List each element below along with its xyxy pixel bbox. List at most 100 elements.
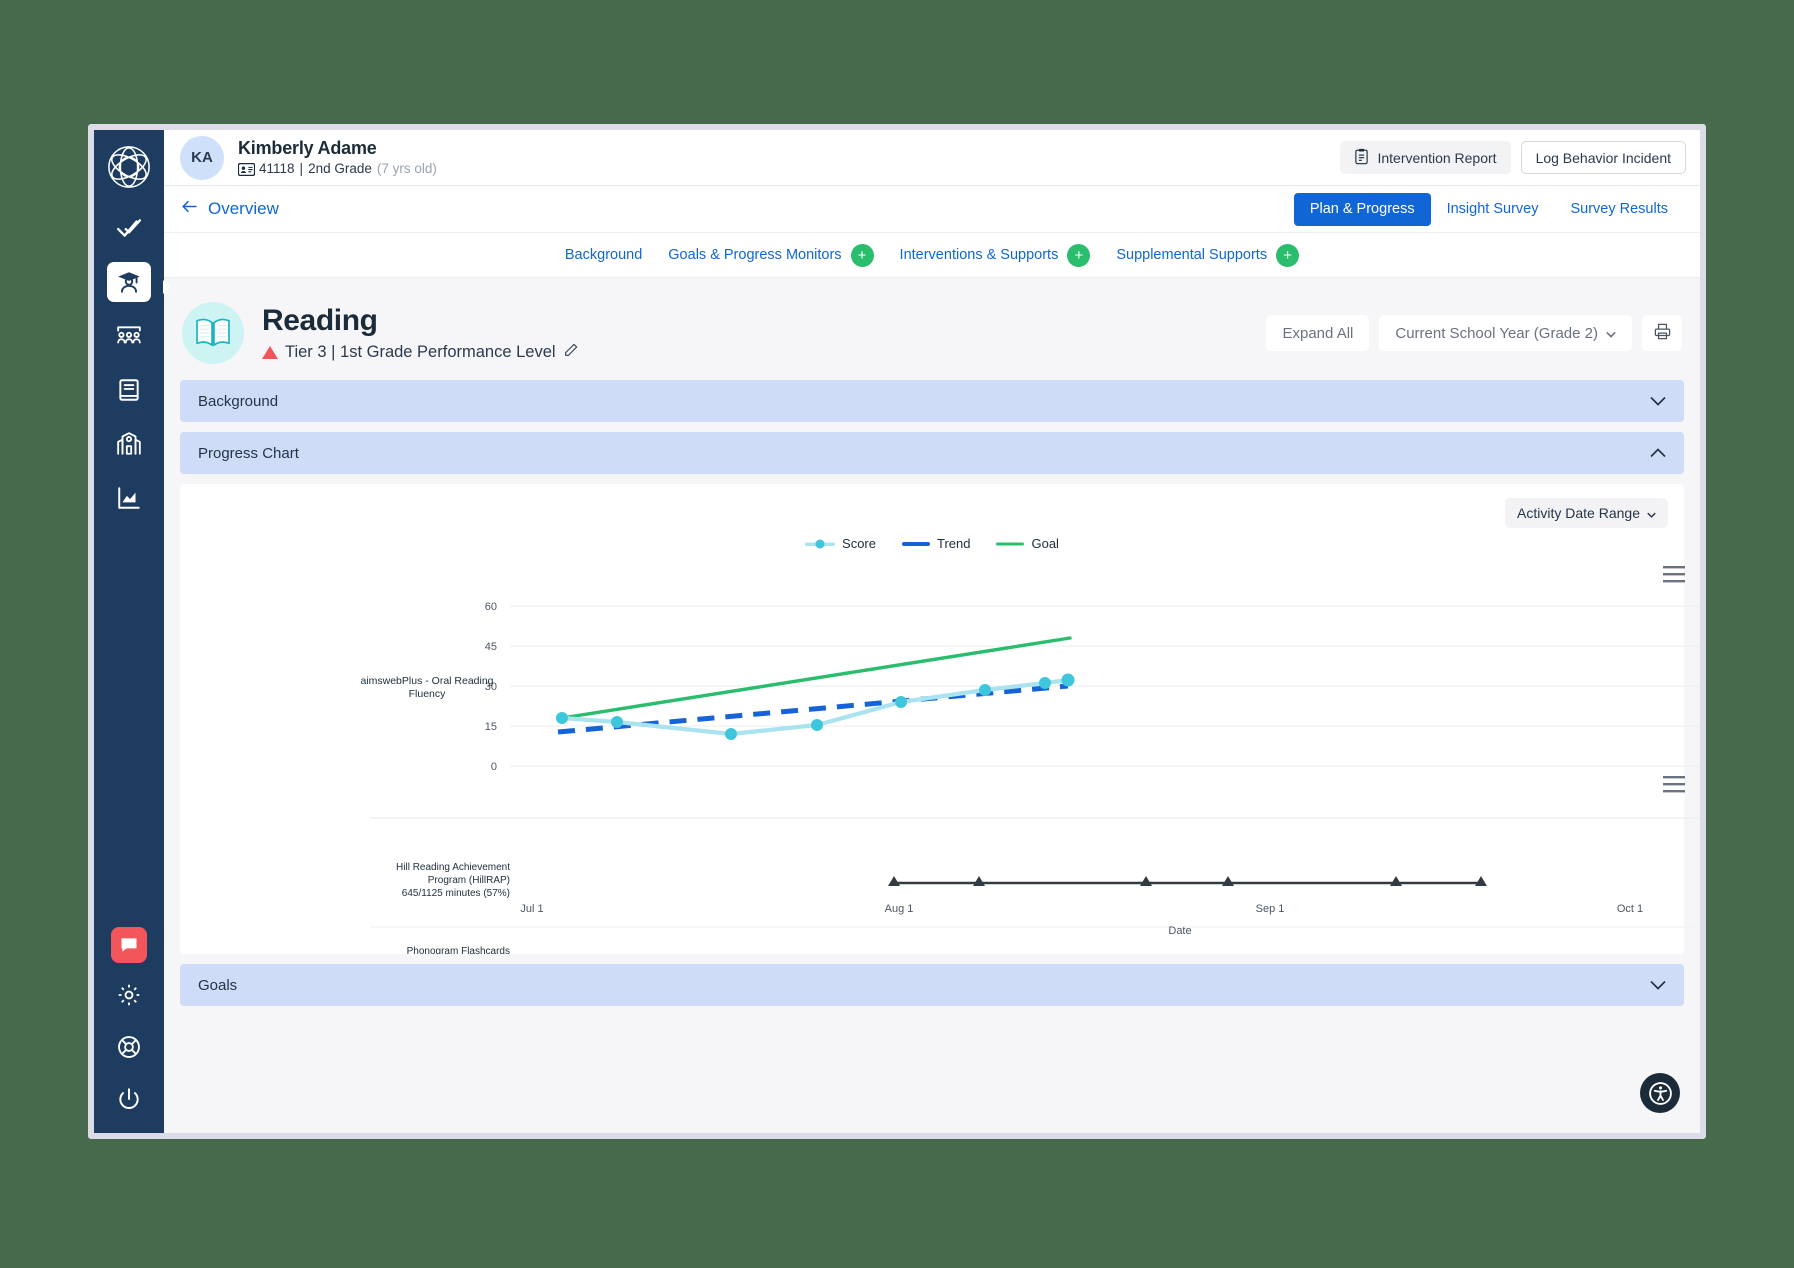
school-year-select[interactable]: Current School Year (Grade 2) [1379, 315, 1632, 351]
hillrap-markers [888, 876, 1487, 886]
accordion-label: Goals [198, 977, 237, 994]
chevron-down-icon [1606, 325, 1616, 342]
svg-text:aimswebPlus - Oral Reading: aimswebPlus - Oral Reading [360, 675, 493, 687]
meta-separator: | [300, 161, 304, 177]
chevron-down-icon[interactable] [1650, 393, 1666, 410]
accordion-label: Background [198, 393, 278, 410]
expand-all-button[interactable]: Expand All [1266, 315, 1369, 351]
sidebar-item-logout[interactable] [107, 1079, 151, 1119]
tab-plan-and-progress[interactable]: Plan & Progress [1294, 193, 1431, 226]
progress-chart-svg: 60 45 30 15 0 aimswebPlus - Oral Reading… [180, 484, 1700, 954]
section-link-goals-progress-monitors[interactable]: Goals & Progress Monitors + [668, 244, 873, 267]
left-sidebar [94, 130, 164, 1133]
svg-text:Jul 1: Jul 1 [520, 903, 543, 915]
back-to-overview-link[interactable]: Overview [180, 197, 279, 221]
sidebar-nav [107, 208, 151, 518]
school-year-label: Current School Year (Grade 2) [1395, 325, 1598, 342]
svg-text:Hill Reading Achievement: Hill Reading Achievement [396, 862, 510, 873]
y-axis-tick-labels: 60 45 30 15 0 [485, 601, 497, 773]
content-area: Reading Tier 3 | 1st Grade Performance L… [164, 278, 1700, 1133]
student-info: Kimberly Adame 41118 | 2nd Grade (7 yrs … [238, 138, 437, 176]
chart-menu-top-icon [1663, 566, 1685, 582]
svg-text:Aug 1: Aug 1 [885, 903, 914, 915]
x-axis-tick-labels: Jul 1 Aug 1 Sep 1 Oct 1 [520, 903, 1643, 915]
add-goal-icon[interactable]: + [851, 244, 874, 267]
sidebar-item-groups[interactable] [107, 316, 151, 356]
accordion-background[interactable]: Background [180, 380, 1684, 422]
sidebar-bottom-nav [94, 927, 164, 1119]
chart-gridlines [510, 606, 1700, 766]
chat-bubble-icon[interactable] [111, 927, 147, 963]
svg-text:45: 45 [485, 641, 497, 653]
add-supplemental-icon[interactable]: + [1276, 244, 1299, 267]
section-link-label: Interventions & Supports [900, 247, 1059, 263]
section-link-label: Supplemental Supports [1116, 247, 1267, 263]
page-title: Kimberly Adame [238, 138, 437, 159]
y-axis-title: aimswebPlus - Oral Reading Fluency [360, 675, 493, 700]
section-link-label: Goals & Progress Monitors [668, 247, 841, 263]
log-behavior-incident-button[interactable]: Log Behavior Incident [1521, 141, 1686, 174]
sidebar-item-students[interactable] [107, 262, 151, 302]
subject-subtitle-row: Tier 3 | 1st Grade Performance Level [262, 342, 579, 363]
goal-line [562, 638, 1070, 718]
print-button[interactable] [1642, 315, 1682, 351]
student-age: (7 yrs old) [377, 161, 437, 177]
sidebar-item-settings[interactable] [107, 975, 151, 1015]
tab-insight-survey[interactable]: Insight Survey [1431, 193, 1555, 226]
intervention-report-label: Intervention Report [1377, 150, 1496, 166]
sidebar-item-reports[interactable] [107, 478, 151, 518]
svg-text:0: 0 [491, 761, 497, 773]
section-link-label: Background [565, 247, 642, 263]
tab-survey-results[interactable]: Survey Results [1554, 193, 1684, 226]
globe-network-logo[interactable] [106, 144, 152, 190]
red-triangle-icon [262, 346, 278, 359]
sidebar-item-tasks[interactable] [107, 208, 151, 248]
subject-header: Reading Tier 3 | 1st Grade Performance L… [180, 278, 1684, 380]
add-intervention-icon[interactable]: + [1067, 244, 1090, 267]
avatar: KA [180, 136, 224, 180]
intervention-report-button[interactable]: Intervention Report [1340, 141, 1510, 174]
section-link-background[interactable]: Background [565, 247, 642, 263]
back-label: Overview [208, 199, 279, 219]
chevron-up-icon[interactable] [1650, 445, 1666, 462]
sidebar-item-school[interactable] [107, 424, 151, 464]
subject-text: Reading Tier 3 | 1st Grade Performance L… [262, 304, 579, 363]
svg-text:Oct 1: Oct 1 [1617, 903, 1643, 915]
main-area: KA Kimberly Adame 41118 | 2nd Grade (7 y… [164, 130, 1700, 1133]
accordion-goals[interactable]: Goals [180, 964, 1684, 1006]
x-axis-svg: Jul 1 Aug 1 Sep 1 Oct 1 Date [180, 894, 1700, 954]
section-link-supplemental-supports[interactable]: Supplemental Supports + [1116, 244, 1299, 267]
overview-bar: Overview Plan & Progress Insight Survey … [164, 186, 1700, 233]
application-window: KA Kimberly Adame 41118 | 2nd Grade (7 y… [88, 124, 1706, 1139]
chart-menu-bottom-icon [1663, 776, 1685, 792]
student-meta: 41118 | 2nd Grade (7 yrs old) [238, 161, 437, 177]
accordion-progress-chart[interactable]: Progress Chart [180, 432, 1684, 474]
x-axis-title: Date [1168, 925, 1191, 937]
clipboard-icon [1354, 148, 1369, 168]
open-book-icon [182, 302, 244, 364]
sidebar-item-support[interactable] [107, 1027, 151, 1067]
section-link-interventions-supports[interactable]: Interventions & Supports + [900, 244, 1091, 267]
section-links: Background Goals & Progress Monitors + I… [164, 233, 1700, 278]
student-header: KA Kimberly Adame 41118 | 2nd Grade (7 y… [164, 130, 1700, 186]
student-grade: 2nd Grade [308, 161, 372, 177]
accessibility-button[interactable] [1640, 1073, 1680, 1113]
svg-text:60: 60 [485, 601, 497, 613]
header-actions: Intervention Report Log Behavior Inciden… [1340, 141, 1686, 174]
subject-title: Reading [262, 304, 579, 337]
chevron-down-icon[interactable] [1650, 977, 1666, 994]
accessibility-icon [1648, 1081, 1673, 1106]
sidebar-item-library[interactable] [107, 370, 151, 410]
printer-icon [1653, 322, 1672, 344]
id-card-icon [238, 163, 254, 175]
progress-chart-panel: Activity Date Range Score Trend [180, 484, 1684, 954]
subject-subtitle: Tier 3 | 1st Grade Performance Level [285, 343, 556, 362]
svg-text:Fluency: Fluency [409, 688, 447, 700]
pencil-icon[interactable] [563, 342, 579, 363]
svg-text:15: 15 [485, 721, 497, 733]
subject-actions: Expand All Current School Year (Grade 2) [1266, 315, 1682, 351]
arrow-left-icon [180, 197, 199, 221]
svg-text:Program (HillRAP): Program (HillRAP) [428, 875, 510, 886]
svg-text:Sep 1: Sep 1 [1256, 903, 1285, 915]
accordion-label: Progress Chart [198, 445, 299, 462]
